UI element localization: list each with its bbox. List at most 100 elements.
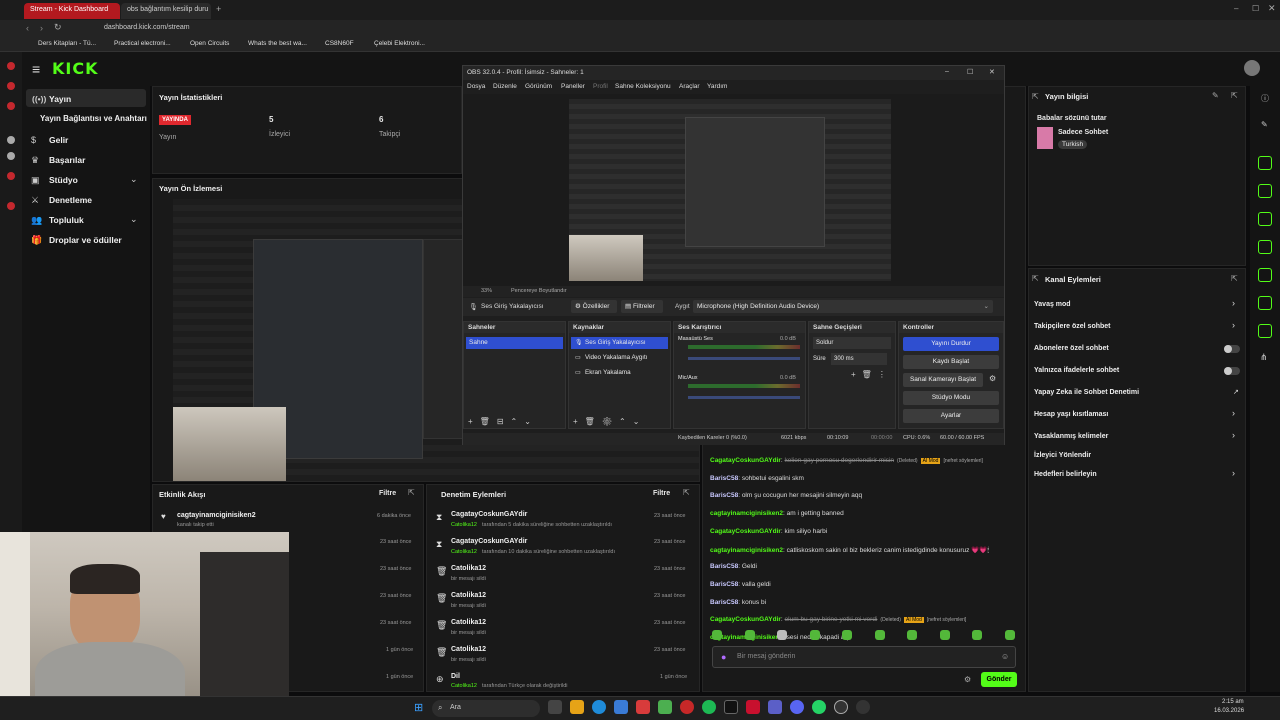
- transition-select[interactable]: Soldur: [813, 337, 891, 349]
- edit-icon[interactable]: ✎: [1261, 120, 1268, 129]
- chat-username[interactable]: CagatayCoskunGAYdir: [710, 616, 781, 623]
- source-item[interactable]: Ekran Yakalama: [571, 367, 668, 379]
- toggle-switch[interactable]: [1224, 367, 1240, 375]
- opera-icon[interactable]: [680, 700, 694, 714]
- emote-icon[interactable]: [842, 630, 852, 640]
- emote-icon[interactable]: [712, 630, 722, 640]
- action-raid[interactable]: İzleyici Yönlendir: [1034, 452, 1091, 459]
- emote-icon[interactable]: [874, 630, 885, 640]
- quick-action-icon[interactable]: [1258, 240, 1272, 254]
- share-icon[interactable]: ⋔: [1260, 352, 1268, 363]
- external-link-icon[interactable]: ↗: [1233, 388, 1239, 396]
- chat-username[interactable]: cagtayinamciginisiken2: [710, 547, 783, 554]
- fit-to-window[interactable]: Pencereye Boyutlandır: [511, 288, 567, 294]
- properties-button[interactable]: ⚙ Özellikler: [571, 300, 617, 313]
- popout-icon[interactable]: ⇱: [683, 488, 690, 497]
- volume-slider[interactable]: [688, 357, 800, 360]
- chevron-right-icon[interactable]: ›: [1232, 408, 1235, 418]
- bookmark[interactable]: Practical electroni...: [114, 40, 171, 47]
- nav-item-yayin[interactable]: Yayın: [49, 94, 71, 104]
- chat-username[interactable]: BarisC58: [710, 492, 738, 499]
- zoom-level[interactable]: 33%: [481, 288, 492, 294]
- source-item[interactable]: Ses Giriş Yakalayıcısı: [571, 337, 668, 349]
- nav-item-topluluk[interactable]: Topluluk: [49, 215, 84, 225]
- chat-username[interactable]: BarisC58: [710, 599, 738, 606]
- filter-button[interactable]: Filtre: [379, 490, 396, 497]
- nav-item-denetleme[interactable]: Denetleme: [49, 195, 92, 205]
- emote-icon[interactable]: [777, 630, 787, 640]
- url-field[interactable]: dashboard.kick.com/stream: [104, 24, 190, 31]
- chat-username[interactable]: BarisC58: [710, 563, 738, 570]
- chevron-right-icon[interactable]: ›: [1232, 430, 1235, 440]
- send-button[interactable]: Gönder: [981, 672, 1017, 687]
- quick-action-icon[interactable]: [1258, 156, 1272, 170]
- taskbar-search[interactable]: ⌕ Ara: [432, 700, 540, 717]
- action-goals[interactable]: Hedefleri belirleyin: [1034, 471, 1097, 478]
- chat-message[interactable]: CagatayCoskunGAYdir: kim siliyo harbi: [710, 528, 827, 535]
- mic-icon[interactable]: ●: [721, 652, 726, 662]
- minimize-icon[interactable]: –: [945, 68, 949, 75]
- reload-icon[interactable]: ↻: [54, 22, 62, 33]
- popout-icon[interactable]: ⇱: [1231, 274, 1238, 283]
- action-banned-words[interactable]: Yasaklanmış kelimeler: [1034, 433, 1108, 440]
- obs-preview[interactable]: [463, 94, 1004, 286]
- popout-icon[interactable]: ⇱: [1231, 91, 1238, 100]
- nav-item-droplar[interactable]: Droplar ve ödüller: [49, 235, 122, 245]
- action-account-age[interactable]: Hesap yaşı kısıtlaması: [1034, 411, 1108, 418]
- emote-icon[interactable]: [744, 630, 755, 640]
- emoji-icon[interactable]: ☺: [1001, 652, 1009, 661]
- start-virtual-camera-button[interactable]: Sanal Kamerayı Başlat: [903, 373, 983, 387]
- edit-icon[interactable]: ✎: [1212, 91, 1219, 100]
- quick-action-icon[interactable]: [1258, 212, 1272, 226]
- action-slow-mode[interactable]: Yavaş mod: [1034, 301, 1071, 308]
- nav-item-studyo[interactable]: Stüdyo: [49, 175, 78, 185]
- chat-message[interactable]: cagtayinamciginisiken2: catliskoskom sak…: [710, 546, 989, 555]
- quick-action-icon[interactable]: [1258, 184, 1272, 198]
- chat-message[interactable]: BarisC58: konus bi: [710, 599, 766, 606]
- teams-icon[interactable]: [768, 700, 782, 714]
- kick-logo[interactable]: KICK: [52, 59, 99, 78]
- chat-username[interactable]: BarisC58: [710, 475, 738, 482]
- spotify-icon[interactable]: [702, 700, 716, 714]
- back-icon[interactable]: ‹: [26, 23, 29, 33]
- start-recording-button[interactable]: Kaydı Başlat: [903, 355, 999, 369]
- chat-message[interactable]: BarisC58: olm şu cocugun her mesajini si…: [710, 492, 862, 499]
- edge-icon[interactable]: [592, 700, 606, 714]
- avatar[interactable]: [1244, 60, 1260, 76]
- store-icon[interactable]: [614, 700, 628, 714]
- nav-item-stream-key[interactable]: Yayın Bağlantısı ve Anahtarı: [40, 114, 147, 123]
- chevron-down-icon[interactable]: ⌄: [130, 214, 138, 225]
- popout-icon[interactable]: ⇱: [408, 488, 415, 497]
- chat-username[interactable]: cagtayinamciginisiken2: [710, 510, 783, 517]
- close-icon[interactable]: ✕: [1268, 3, 1276, 14]
- quick-action-icon[interactable]: [1258, 324, 1272, 338]
- emote-icon[interactable]: [972, 630, 982, 640]
- maximize-icon[interactable]: ☐: [1252, 4, 1259, 13]
- chat-message[interactable]: BarisC58: valla geldi: [710, 581, 771, 588]
- obs-menu-item[interactable]: Araçlar: [679, 83, 700, 90]
- obs-menu-item[interactable]: Paneller: [561, 83, 585, 90]
- obs-menu-item[interactable]: Dosya: [467, 83, 485, 90]
- discord-icon[interactable]: [790, 700, 804, 714]
- whatsapp-icon[interactable]: [812, 700, 826, 714]
- obs-menu-item[interactable]: Yardım: [707, 83, 727, 90]
- bookmark[interactable]: Open Circuits: [190, 40, 229, 47]
- gear-icon[interactable]: ⚙: [989, 374, 996, 383]
- chevron-down-icon[interactable]: ⌄: [130, 174, 138, 185]
- settings-icon[interactable]: ⚙: [964, 675, 971, 684]
- quick-action-icon[interactable]: [1258, 296, 1272, 310]
- chevron-right-icon[interactable]: ›: [1232, 468, 1235, 478]
- toggle-switch[interactable]: [1224, 345, 1240, 353]
- bookmark[interactable]: Çelebi Elektroni...: [374, 40, 425, 47]
- scene-controls[interactable]: +🗑⊟⌃⌄: [468, 417, 538, 426]
- bookmark[interactable]: CS8N60F: [325, 40, 354, 47]
- taskbar-app-icon[interactable]: [746, 700, 760, 714]
- duration-input[interactable]: 300 ms: [831, 353, 887, 365]
- bookmark[interactable]: Ders Kitapları - Tü...: [38, 40, 96, 47]
- popout-icon[interactable]: ⇱: [1032, 92, 1039, 101]
- tab-obs-search[interactable]: obs bağlantım kesilip duru: [121, 3, 211, 19]
- chat-username[interactable]: CagatayCoskunGAYdir: [710, 528, 781, 535]
- action-followers-only[interactable]: Takipçilere özel sohbet: [1034, 323, 1111, 330]
- stop-streaming-button[interactable]: Yayını Durdur: [903, 337, 999, 351]
- new-tab-icon[interactable]: +: [216, 4, 221, 14]
